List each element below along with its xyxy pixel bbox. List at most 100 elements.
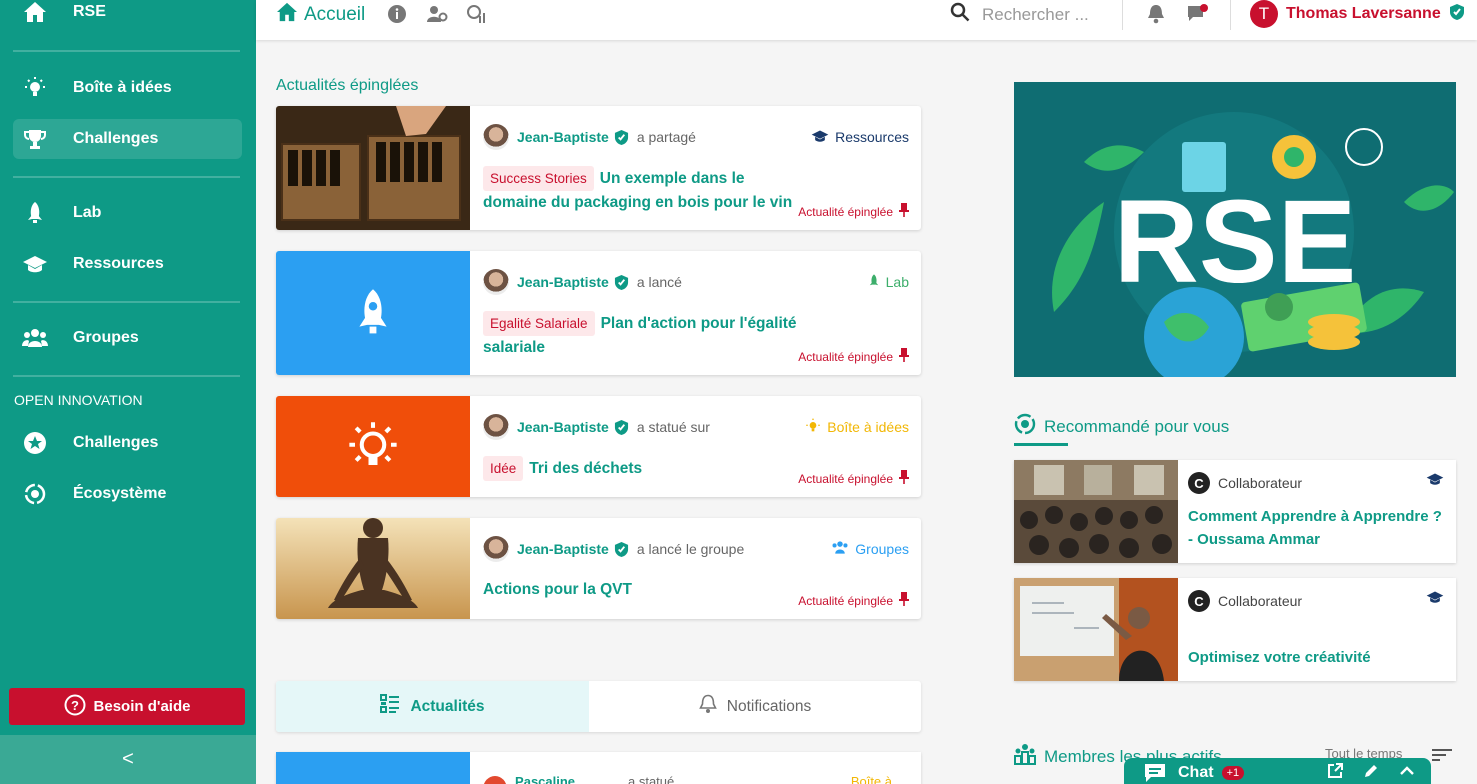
pinned-card[interactable]: Jean-Baptiste a lancé Lab Egalité Salari…	[276, 251, 921, 375]
recommended-item-title[interactable]: Optimisez votre créativité	[1188, 646, 1444, 669]
podium-users-icon	[1014, 743, 1036, 770]
sidebar-item-ressources[interactable]: Ressources	[13, 244, 242, 284]
recommended-title: Recommandé pour vous	[1014, 413, 1229, 440]
sidebar-item-groupes[interactable]: Groupes	[13, 318, 242, 358]
sidebar-collapse-button[interactable]: <	[0, 735, 256, 784]
pinned-card[interactable]: Jean-Baptiste a lancé le groupe Groupes …	[276, 518, 921, 619]
stats-icon[interactable]	[466, 4, 486, 29]
avatar	[483, 536, 509, 562]
sidebar-item-challenges[interactable]: Challenges	[13, 119, 242, 159]
author-name[interactable]: Jean-Baptiste	[517, 129, 609, 145]
recommended-card[interactable]: C Collaborateur Optimisez votre créativi…	[1014, 578, 1456, 681]
card-image	[1014, 578, 1178, 681]
avatar	[483, 269, 509, 295]
divider	[13, 375, 240, 377]
card-title[interactable]: Egalité Salariale Plan d'action pour l'ég…	[483, 311, 799, 359]
category-label: Groupes	[855, 541, 909, 557]
action-text: a partagé	[636, 129, 696, 145]
verified-shield-icon	[614, 541, 629, 558]
breadcrumb-home[interactable]: Accueil	[276, 2, 365, 28]
card-title[interactable]: Success Stories Un exemple dans le domain…	[483, 166, 799, 214]
author-name[interactable]: Jean-Baptiste	[517, 274, 609, 290]
category-badge: C	[1188, 472, 1210, 494]
chat-widget[interactable]: Chat +1	[1124, 758, 1431, 784]
sidebar-home[interactable]: RSE	[13, 0, 242, 32]
divider	[1122, 0, 1123, 30]
sidebar-item-label: Groupes	[73, 329, 139, 346]
search-bar[interactable]: Rechercher ...	[950, 2, 1089, 27]
category-label: Collaborateur	[1218, 593, 1303, 609]
author-name[interactable]: Jean-Baptiste	[517, 419, 609, 435]
graduation-cap-icon	[1426, 472, 1444, 489]
action-text: a statué sur	[636, 419, 710, 435]
card-title[interactable]: Actions pour la QVT	[483, 578, 799, 601]
sidebar-item-oi-challenges[interactable]: Challenges	[13, 423, 242, 463]
action-text: a lancé	[636, 274, 682, 290]
sort-icon[interactable]	[1432, 747, 1452, 768]
pin-icon	[899, 203, 909, 220]
verified-shield-icon	[1449, 3, 1465, 26]
pencil-icon[interactable]	[1363, 763, 1379, 784]
trophy-icon	[13, 127, 57, 151]
card-image	[276, 251, 470, 375]
bell-icon	[698, 694, 717, 719]
info-icon[interactable]	[387, 4, 407, 29]
category-label: Boîte à idées	[827, 419, 909, 435]
lightbulb-icon	[805, 418, 821, 437]
ecosystem-icon	[13, 482, 57, 506]
avatar: P	[483, 776, 508, 784]
lightbulb-icon	[349, 421, 397, 465]
graduation-cap-icon	[1426, 590, 1444, 607]
pin-icon	[899, 348, 909, 365]
question-circle-icon: ?	[64, 694, 86, 720]
home-icon	[13, 1, 57, 23]
tag-badge: Idée	[483, 456, 524, 481]
category-link[interactable]: Boîte à idées	[805, 418, 909, 437]
pin-icon	[899, 470, 909, 487]
tab-actualites[interactable]: Actualités	[276, 681, 589, 732]
section-label: OPEN INNOVATION	[14, 392, 143, 408]
sidebar-item-label: Challenges	[73, 434, 159, 451]
pinned-card[interactable]: Jean-Baptiste a statué sur Boîte à idées…	[276, 396, 921, 497]
category-link[interactable]: Groupes	[831, 540, 909, 558]
recommended-item-title[interactable]: Comment Apprendre à Apprendre ? - Oussam…	[1188, 505, 1444, 551]
sidebar-item-ecosysteme[interactable]: Écosystème	[13, 474, 242, 514]
verified-shield-icon	[614, 419, 629, 436]
category-link[interactable]: Lab	[868, 273, 909, 292]
divider	[1230, 0, 1231, 30]
graduation-cap-icon	[811, 129, 829, 146]
action-text: a lancé le groupe	[636, 541, 745, 557]
feed-card[interactable]: P Pascaline RIVENO a statué sur Boîte à …	[276, 752, 921, 784]
rocket-icon	[13, 201, 57, 225]
search-icon	[950, 2, 970, 27]
author-name[interactable]: Jean-Baptiste	[517, 541, 609, 557]
tab-notifications[interactable]: Notifications	[589, 681, 921, 732]
sidebar-item-lab[interactable]: Lab	[13, 193, 242, 233]
users-icon	[831, 540, 849, 558]
feed-tabs: Actualités Notifications	[276, 681, 921, 732]
lightbulb-icon	[13, 76, 57, 100]
user-settings-icon[interactable]	[426, 4, 448, 29]
category-link[interactable]: Ressources	[811, 129, 909, 146]
news-list-icon	[380, 694, 400, 719]
pinned-card[interactable]: Jean-Baptiste a partagé Ressources Succe…	[276, 106, 921, 230]
bell-icon[interactable]	[1147, 4, 1165, 29]
avatar: T	[1250, 0, 1278, 28]
help-button[interactable]: ? Besoin d'aide	[9, 688, 245, 725]
messages-icon[interactable]	[1187, 4, 1209, 29]
sidebar-item-boite-a-idees[interactable]: Boîte à idées	[13, 68, 242, 108]
user-menu[interactable]: T Thomas Laversanne	[1250, 0, 1465, 28]
category-label[interactable]: Boîte à idées	[851, 774, 921, 784]
chat-label: Chat	[1178, 764, 1214, 781]
author-name[interactable]: Pascaline RIVENO	[515, 774, 620, 784]
banner-text: RSE	[1114, 176, 1357, 308]
search-input[interactable]: Rechercher ...	[982, 5, 1089, 25]
card-image	[1014, 460, 1178, 563]
rocket-icon	[359, 289, 387, 334]
chevron-up-icon[interactable]	[1399, 763, 1415, 784]
target-icon	[1014, 413, 1036, 440]
open-external-icon[interactable]	[1327, 762, 1343, 784]
sidebar-item-label: Challenges	[73, 130, 159, 147]
recommended-card[interactable]: C Collaborateur Comment Apprendre à Appr…	[1014, 460, 1456, 563]
card-title[interactable]: Idée Tri des déchets	[483, 456, 799, 481]
